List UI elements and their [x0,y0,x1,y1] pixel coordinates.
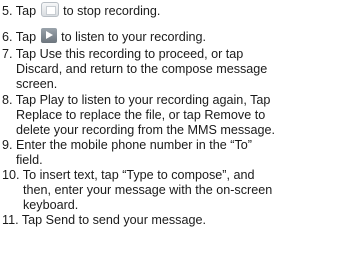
step-7-line-2: Discard, and return to the compose messa… [16,62,268,77]
step-7: 7. Tap Use this recording to proceed, or… [2,47,350,93]
play-icon [41,28,58,43]
step-8-line-3: delete your recording from the MMS messa… [16,123,275,138]
instruction-page: 5. Tap to stop recording. 6. Tap to listen… [0,0,353,268]
step-number: 5. [2,4,13,18]
step-number: 9. [2,138,13,152]
step-number: 8. [2,93,13,107]
step-9: 9. Enter the mobile phone number in the … [2,138,350,168]
step-8-line-2: Replace to replace the file, or tap Remo… [16,108,266,123]
step-text: Tap [15,4,37,18]
step-text: to listen to your recording. [61,30,207,44]
step-10: 10. To insert text, tap “Type to compose… [2,168,350,214]
step-text: to stop recording. [63,4,161,18]
step-10-line-3: keyboard. [23,198,79,213]
step-7-line-1: 7. Tap Use this recording to proceed, or… [2,47,350,62]
step-5: 5. Tap to stop recording. [2,2,350,19]
step-5-line: 5. Tap to stop recording. [2,2,350,19]
step-number: 11. [2,213,19,227]
step-11-line-1: 11. Tap Send to send your message. [2,213,350,228]
step-11: 11. Tap Send to send your message. [2,213,350,228]
step-text: Enter the mobile phone number in the “To… [16,138,252,152]
step-text: Tap [15,30,37,44]
step-text: Tap Use this recording to proceed, or ta… [15,47,244,61]
step-7-line-3: screen. [16,77,58,92]
step-text: Tap Send to send your message. [21,213,206,227]
step-number: 10. [2,168,20,182]
stop-icon [41,2,60,17]
step-9-line-2: field. [16,153,43,168]
step-10-line-1: 10. To insert text, tap “Type to compose… [2,168,350,183]
step-8-line-1: 8. Tap Play to listen to your recording … [2,93,350,108]
step-6: 6. Tap to listen to your recording. [2,28,350,45]
step-10-line-2: then, enter your message with the on-scr… [23,183,273,198]
step-8: 8. Tap Play to listen to your recording … [2,93,350,139]
step-text: To insert text, tap “Type to compose”, a… [22,168,255,182]
step-6-line: 6. Tap to listen to your recording. [2,28,350,45]
step-number: 7. [2,47,13,61]
step-9-line-1: 9. Enter the mobile phone number in the … [2,138,350,153]
step-text: Tap Play to listen to your recording aga… [15,93,271,107]
step-number: 6. [2,30,13,44]
